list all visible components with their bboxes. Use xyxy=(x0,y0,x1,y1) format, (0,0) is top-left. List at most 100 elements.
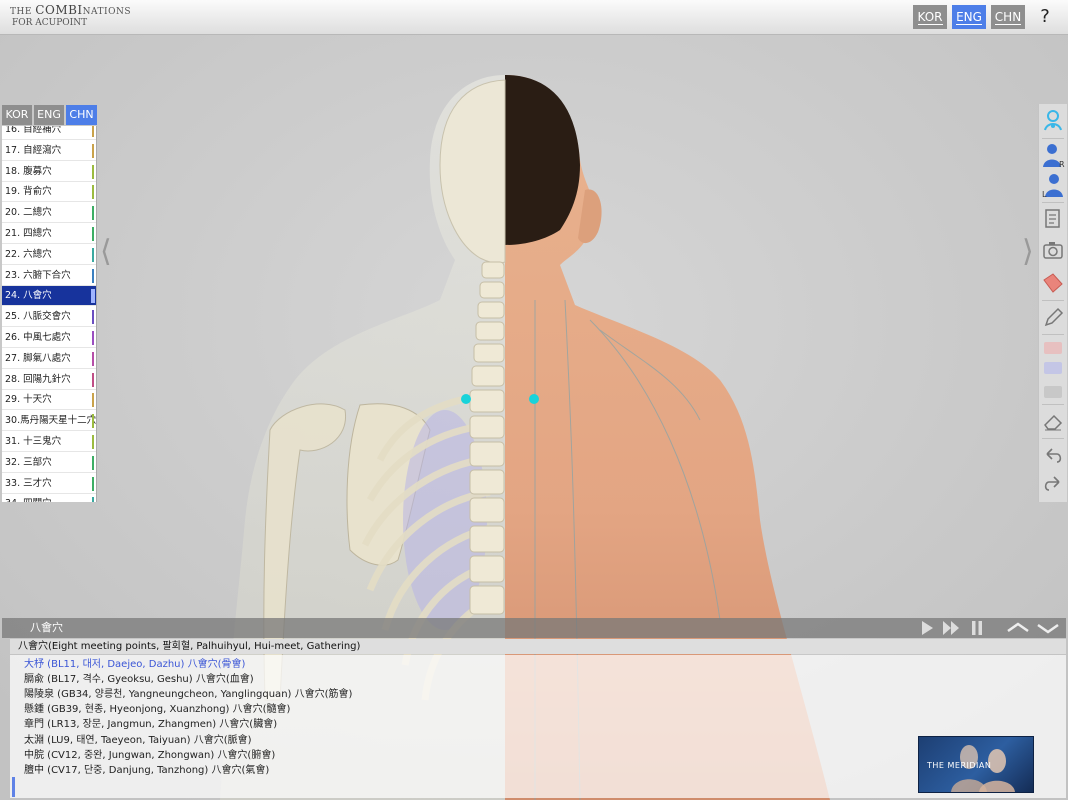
list-item-color-mark xyxy=(92,268,94,283)
list-item-label: 24. 八會穴 xyxy=(5,290,52,302)
list-item-label: 20. 二總穴 xyxy=(5,207,52,219)
list-item-color-mark xyxy=(92,331,94,345)
top-lang-kor-button[interactable]: KOR xyxy=(913,5,947,29)
list-item[interactable]: 27. 脚氣八處穴 xyxy=(2,349,96,369)
top-bar: THE COMBINATIONS FOR ACUPOINT KOR ENG CH… xyxy=(0,0,1068,35)
info-row[interactable]: 大杼 (BL11, 대저, Daejeo, Dazhu) 八會穴(骨會) xyxy=(24,658,245,672)
info-panel: 八會穴 八會穴(Eight meeting points, 팔회혈, Palhu… xyxy=(2,618,1066,800)
body-left-icon[interactable]: L xyxy=(1039,170,1067,200)
list-item[interactable]: 19. 背俞穴 xyxy=(2,182,96,203)
info-header: 八會穴 xyxy=(2,618,1066,638)
undo-icon[interactable] xyxy=(1039,442,1067,472)
meridian-app-thumbnail[interactable]: THE MERIDIAN xyxy=(918,736,1034,793)
expand-icon[interactable] xyxy=(1036,620,1060,636)
info-row[interactable]: 陽陵泉 (GB34, 양릉천, Yangneungcheon, Yangling… xyxy=(24,688,352,702)
body-right-icon[interactable]: R xyxy=(1039,140,1067,170)
list-item[interactable]: 18. 腹募穴 xyxy=(2,162,96,182)
list-item-label: 33. 三才穴 xyxy=(5,477,52,489)
list-item[interactable]: 25. 八脈交會穴 xyxy=(2,307,96,328)
top-lang-chn-button[interactable]: CHN xyxy=(991,5,1025,29)
list-item[interactable]: 30.馬丹陽天星十二穴 xyxy=(2,411,96,432)
camera-icon[interactable] xyxy=(1039,236,1067,266)
list-item[interactable]: 16. 自經補穴 xyxy=(2,126,96,140)
list-item[interactable]: 23. 六腑下合穴 xyxy=(2,266,96,286)
list-item[interactable]: 32. 三部穴 xyxy=(2,453,96,473)
list-item-label: 16. 自經補穴 xyxy=(5,126,62,135)
list-item[interactable]: 20. 二總穴 xyxy=(2,203,96,224)
tag-icon[interactable] xyxy=(1039,268,1067,298)
list-item[interactable]: 26. 中風七處穴 xyxy=(2,328,96,348)
list-item[interactable]: 31. 十三鬼穴 xyxy=(2,432,96,452)
collapse-icon[interactable] xyxy=(1006,620,1030,636)
list-item[interactable]: 28. 回陽九針穴 xyxy=(2,370,96,390)
info-row[interactable]: 膻中 (CV17, 단중, Danjung, Tanzhong) 八會穴(氣會) xyxy=(24,764,269,778)
list-lang-chn-button[interactable]: CHN xyxy=(66,105,97,125)
app-logo: THE COMBINATIONS FOR ACUPOINT xyxy=(10,3,132,28)
thumbnail-label: THE MERIDIAN xyxy=(927,761,992,770)
list-item-label: 26. 中風七處穴 xyxy=(5,332,71,343)
list-item-color-mark xyxy=(92,372,94,387)
list-item-color-mark xyxy=(92,455,94,470)
list-item-label: 21. 四總穴 xyxy=(5,228,52,239)
color-swatch-blue[interactable] xyxy=(1044,362,1062,374)
info-row[interactable]: 章門 (LR13, 장문, Jangmun, Zhangmen) 八會穴(臟會) xyxy=(24,718,277,732)
play-icon[interactable] xyxy=(920,620,934,636)
list-item[interactable]: 29. 十天穴 xyxy=(2,390,96,411)
list-item[interactable]: 21. 四總穴 xyxy=(2,224,96,244)
pause-icon[interactable] xyxy=(970,620,984,636)
info-row[interactable]: 膈兪 (BL17, 격수, Gyeoksu, Geshu) 八會穴(血會) xyxy=(24,673,254,687)
info-row[interactable]: 懸鍾 (GB39, 현종, Hyeonjong, Xuanzhong) 八會穴(… xyxy=(24,703,290,717)
list-item-color-mark xyxy=(92,497,94,502)
acupoint-group-list[interactable]: 16. 自經補穴 17. 自經瀉穴 18. 腹募穴 19. 背俞穴 20. 二總穴 21.… xyxy=(2,126,97,502)
info-subtitle: 八會穴(Eight meeting points, 팔회혈, Palhuihyu… xyxy=(10,639,1066,654)
top-lang-eng-button[interactable]: ENG xyxy=(952,5,986,29)
list-item-color-mark xyxy=(92,435,94,449)
acupoint-view-icon[interactable] xyxy=(1039,106,1067,136)
info-row[interactable]: 太淵 (LU9, 태연, Taeyeon, Taiyuan) 八會穴(脈會) xyxy=(24,734,252,748)
list-item[interactable]: 17. 自經瀉穴 xyxy=(2,141,96,161)
list-item-color-mark xyxy=(92,414,94,429)
list-item[interactable]: 22. 六總穴 xyxy=(2,245,96,265)
info-body[interactable]: 大杼 (BL11, 대저, Daejeo, Dazhu) 八會穴(骨會) 膈兪 (… xyxy=(10,655,1066,798)
list-item-label: 17. 自經瀉穴 xyxy=(5,144,62,156)
acupoint-marker-left[interactable] xyxy=(461,394,471,404)
list-item-color-mark xyxy=(92,143,94,158)
list-item-color-mark xyxy=(92,227,94,241)
list-item-color-mark xyxy=(92,351,94,366)
list-item-label: 31. 十三鬼穴 xyxy=(5,436,62,447)
pencil-icon[interactable] xyxy=(1039,302,1067,332)
list-lang-kor-button[interactable]: KOR xyxy=(2,105,32,125)
fast-forward-icon[interactable] xyxy=(942,620,960,636)
list-language-bar: KOR ENG CHN xyxy=(2,105,97,127)
eraser-icon[interactable] xyxy=(1039,406,1067,436)
chevron-left-icon[interactable]: ⟨ xyxy=(100,234,112,269)
list-item[interactable]: 24. 八會穴 xyxy=(2,286,96,307)
chevron-right-icon[interactable]: ⟩ xyxy=(1022,234,1034,269)
list-item-label: 32. 三部穴 xyxy=(5,456,52,468)
color-swatch-red[interactable] xyxy=(1044,342,1062,354)
list-item-color-mark xyxy=(92,126,94,137)
list-item-color-mark xyxy=(91,289,95,304)
list-item[interactable]: 34. 四關穴 xyxy=(2,494,96,502)
redo-icon[interactable] xyxy=(1039,470,1067,500)
list-lang-eng-button[interactable]: ENG xyxy=(34,105,64,125)
list-item-color-mark xyxy=(92,185,94,200)
right-toolbar: R L xyxy=(1038,104,1067,502)
svg-text:R: R xyxy=(1059,160,1065,169)
list-item-label: 22. 六總穴 xyxy=(5,248,52,260)
list-item-label: 27. 脚氣八處穴 xyxy=(5,352,71,364)
list-item-label: 18. 腹募穴 xyxy=(5,165,52,177)
list-item-label: 25. 八脈交會穴 xyxy=(5,311,71,323)
info-scrollbar[interactable] xyxy=(12,777,15,797)
list-item-color-mark xyxy=(92,206,94,221)
info-row[interactable]: 中脘 (CV12, 중완, Jungwan, Zhongwan) 八會穴(腑會) xyxy=(24,749,275,763)
color-swatch-gray[interactable] xyxy=(1044,386,1062,398)
info-title: 八會穴 xyxy=(30,621,63,634)
memo-icon[interactable] xyxy=(1039,204,1067,234)
list-item-label: 29. 十天穴 xyxy=(5,394,52,406)
acupoint-marker-right[interactable] xyxy=(529,394,539,404)
list-item-label: 23. 六腑下合穴 xyxy=(5,269,71,281)
list-item[interactable]: 33. 三才穴 xyxy=(2,474,96,494)
help-button[interactable]: ? xyxy=(1032,5,1058,29)
list-item-color-mark xyxy=(92,164,94,179)
